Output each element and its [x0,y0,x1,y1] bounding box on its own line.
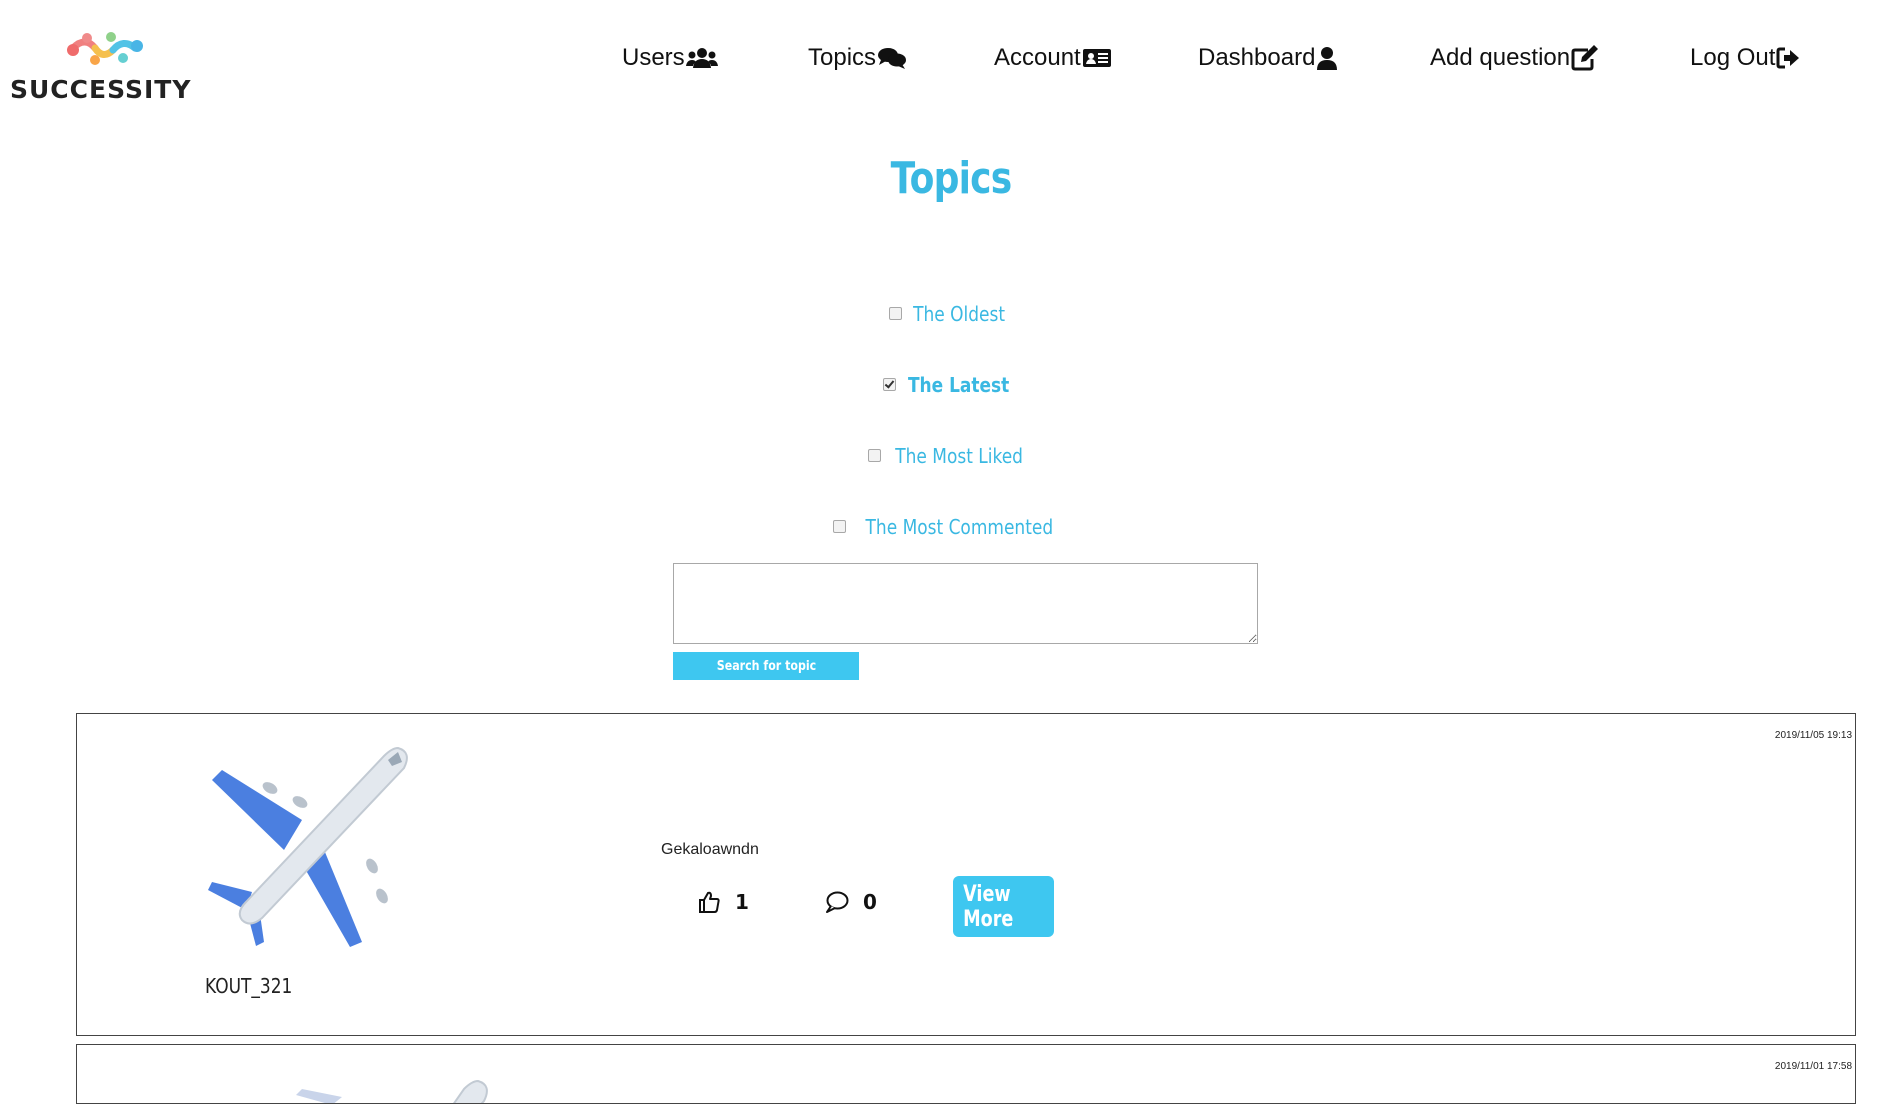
page-title: Topics [890,153,1013,204]
comment-count: 0 [863,890,877,914]
filter-label[interactable]: The Most Liked [895,444,1023,468]
filter-most-liked[interactable]: The Most Liked [0,444,1902,468]
nav-item-users[interactable]: Users [622,44,718,72]
filter-latest[interactable]: The Latest [0,373,1902,397]
search-button[interactable]: Search for topic [673,652,859,680]
thumbs-up-icon [699,891,720,913]
nav-item-label: Add question [1430,44,1571,71]
search-input[interactable] [673,563,1258,644]
main-nav: Users Topics Account Dashboard Add quest… [0,44,1902,80]
view-more-label: View More [963,881,1014,932]
user-icon [1317,47,1338,70]
view-more-button[interactable]: View More [953,876,1054,937]
nav-item-label: Dashboard [1198,44,1316,71]
topic-card: 2019/11/01 17:58 [76,1044,1856,1104]
nav-item-topics[interactable]: Topics [808,44,907,72]
nav-item-label: Account [994,44,1081,71]
topic-author[interactable]: KOUT_321 [205,974,292,998]
comment-button[interactable]: 0 [825,890,877,914]
topic-date: 2019/11/05 19:13 [1774,730,1852,741]
filter-checkbox[interactable] [867,448,881,462]
nav-item-label: Users [622,44,685,71]
topic-card: 2019/11/05 19:13 KOUT_321 Gekaloawndn 1 … [76,713,1856,1036]
filter-most-commented[interactable]: The Most Commented [0,515,1902,539]
filter-label[interactable]: The Oldest [913,302,1005,326]
filter-checkbox[interactable] [888,306,902,320]
filter-oldest[interactable]: The Oldest [0,302,1902,326]
comments-icon [878,48,907,69]
search-button-label: Search for topic [716,658,816,674]
topic-date: 2019/11/01 17:58 [1774,1061,1852,1072]
nav-item-log-out[interactable]: Log Out [1690,44,1800,72]
edit-icon [1571,45,1599,71]
like-button[interactable]: 1 [697,890,749,914]
nav-item-dashboard[interactable]: Dashboard [1198,44,1338,72]
like-count: 1 [735,890,749,914]
comment-icon [826,891,849,913]
airplane-icon [208,746,408,947]
nav-item-add-question[interactable]: Add question [1430,44,1599,72]
sign-out-icon [1776,47,1800,69]
filter-checkbox[interactable] [883,377,897,391]
id-card-icon [1082,49,1111,67]
nav-item-label: Log Out [1690,44,1776,71]
nav-item-label: Topics [808,44,877,71]
airplane-icon [296,1079,488,1103]
filter-label[interactable]: The Most Commented [865,515,1053,539]
users-icon [685,48,718,68]
filter-checkbox[interactable] [832,519,846,533]
nav-item-account[interactable]: Account [994,44,1112,72]
filter-label[interactable]: The Latest [908,373,1009,397]
topic-title[interactable]: Gekaloawndn [661,841,759,859]
